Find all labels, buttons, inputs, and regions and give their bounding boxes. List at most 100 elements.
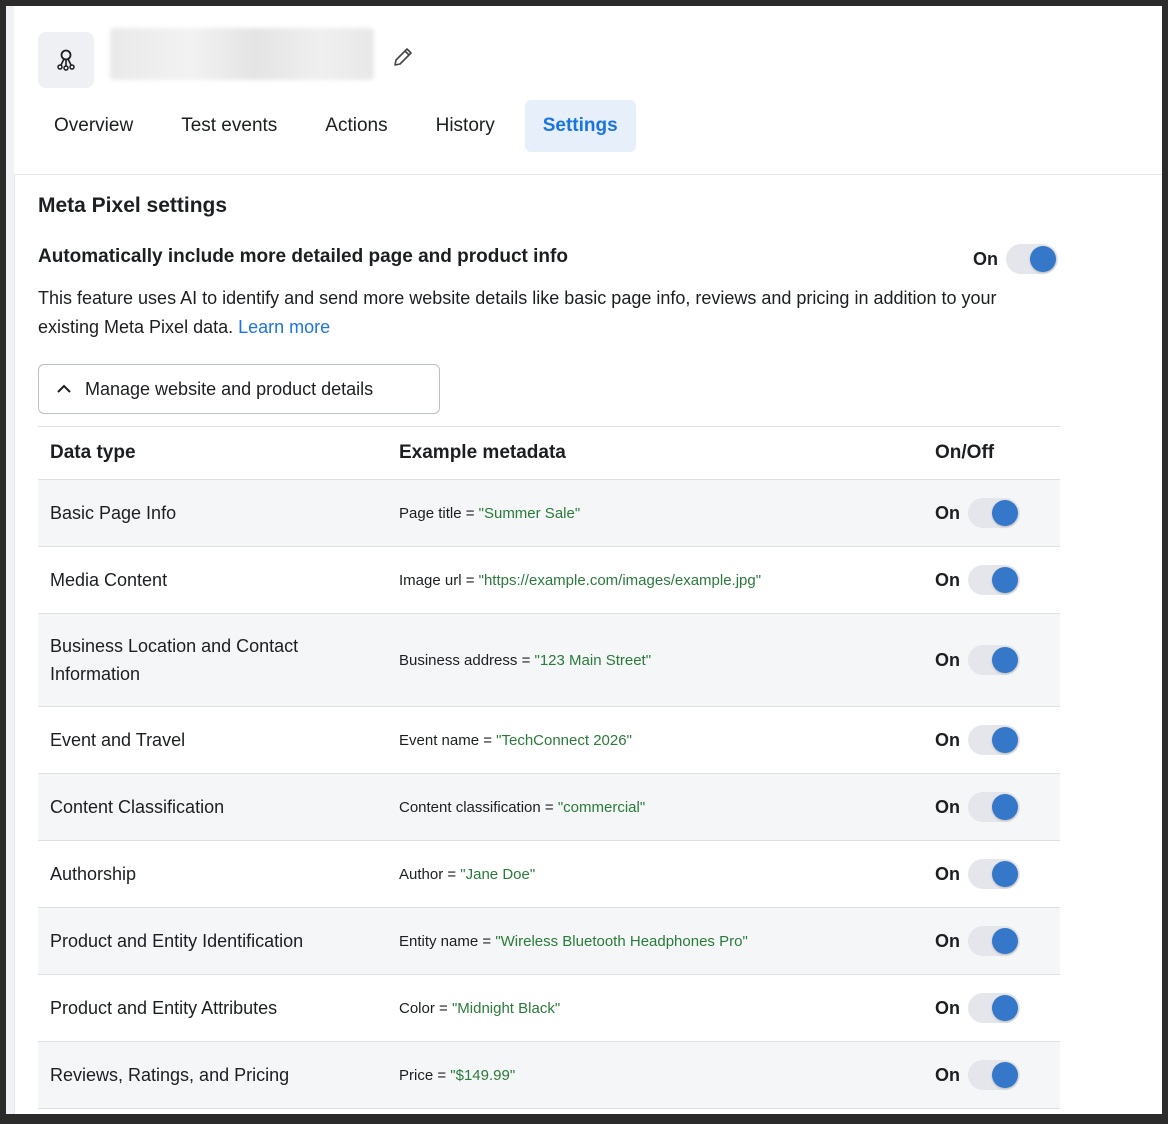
meta-key: Page title = [399, 504, 479, 522]
table-row: Product and Entity Identification Entity… [38, 908, 1060, 975]
row-toggle-cell: On [935, 859, 1060, 889]
row-example: Content classification = "commercial" [399, 799, 935, 816]
table-row: Reviews, Ratings, and Pricing Price = "$… [38, 1042, 1060, 1109]
pencil-icon[interactable] [390, 44, 416, 70]
meta-value: "Wireless Bluetooth Headphones Pro" [495, 932, 748, 950]
meta-value: "commercial" [557, 798, 646, 816]
row-status-label: On [935, 863, 960, 884]
data-type-table: Data type Example metadata On/Off Basic … [38, 426, 1060, 1109]
table-row: Event and Travel Event name = "TechConne… [38, 707, 1060, 774]
meta-key: Business address = [399, 651, 535, 669]
manage-details-label: Manage website and product details [85, 378, 374, 399]
pixel-name-redacted [110, 28, 374, 80]
meta-key: Entity name = [399, 932, 496, 950]
tab-actions[interactable]: Actions [307, 100, 405, 152]
row-toggle[interactable] [968, 792, 1020, 822]
row-status-label: On [935, 930, 960, 951]
master-toggle-group: On [973, 244, 1058, 274]
row-example: Page title = "Summer Sale" [399, 505, 935, 522]
tab-bar: Overview Test events Actions History Set… [36, 100, 648, 152]
feature-description: This feature uses AI to identify and sen… [38, 284, 1058, 342]
manage-details-button[interactable]: Manage website and product details [38, 364, 440, 414]
table-row: Authorship Author = "Jane Doe" On [38, 841, 1060, 908]
section-title: Meta Pixel settings [38, 194, 228, 217]
table-row: Product and Entity Attributes Color = "M… [38, 975, 1060, 1042]
row-toggle-cell: On [935, 565, 1060, 595]
row-example: Color = "Midnight Black" [399, 1000, 935, 1017]
tab-overview[interactable]: Overview [36, 100, 151, 152]
learn-more-link[interactable]: Learn more [238, 317, 330, 337]
row-toggle[interactable] [968, 993, 1020, 1023]
row-toggle-cell: On [935, 645, 1060, 675]
row-toggle[interactable] [968, 859, 1020, 889]
row-toggle[interactable] [968, 565, 1020, 595]
row-toggle[interactable] [968, 926, 1020, 956]
row-status-label: On [935, 649, 960, 670]
meta-key: Event name = [399, 731, 497, 749]
master-toggle[interactable] [1006, 244, 1058, 274]
toggle-knob [992, 1062, 1018, 1088]
row-example: Price = "$149.99" [399, 1067, 935, 1084]
tab-settings[interactable]: Settings [524, 100, 636, 152]
header-data-type: Data type [50, 442, 136, 463]
toggle-knob [992, 647, 1018, 673]
row-status-label: On [935, 796, 960, 817]
toggle-knob [992, 794, 1018, 820]
row-data-type: Business Location and Contact Informatio… [50, 636, 299, 684]
meta-key: Content classification = [399, 798, 558, 816]
meta-value: "123 Main Street" [534, 651, 652, 669]
row-toggle-cell: On [935, 1060, 1060, 1090]
row-example: Business address = "123 Main Street" [399, 652, 935, 669]
meta-key: Color = [399, 999, 452, 1017]
meta-value: "https://example.com/images/example.jpg" [478, 571, 762, 589]
toggle-knob [992, 500, 1018, 526]
chevron-up-icon [55, 380, 73, 398]
header-on-off: On/Off [935, 442, 995, 463]
row-data-type: Media Content [50, 570, 168, 590]
row-example: Image url = "https://example.com/images/… [399, 572, 935, 589]
table-row: Business Location and Contact Informatio… [38, 614, 1060, 707]
toggle-knob [1030, 246, 1056, 272]
row-data-type: Event and Travel [50, 730, 186, 750]
meta-value: "Summer Sale" [478, 504, 581, 522]
meta-key: Image url = [399, 571, 479, 589]
tab-test-events[interactable]: Test events [163, 100, 295, 152]
table-header: Data type Example metadata On/Off [38, 427, 1060, 480]
row-status-label: On [935, 997, 960, 1018]
toggle-knob [992, 567, 1018, 593]
table-row: Content Classification Content classific… [38, 774, 1060, 841]
row-data-type: Product and Entity Identification [50, 931, 304, 951]
row-toggle[interactable] [968, 1060, 1020, 1090]
meta-value: "Jane Doe" [460, 865, 536, 883]
row-example: Author = "Jane Doe" [399, 866, 935, 883]
pixel-header: Overview Test events Actions History Set… [14, 6, 1162, 175]
meta-value: "TechConnect 2026" [496, 731, 632, 749]
row-toggle-cell: On [935, 926, 1060, 956]
row-toggle-cell: On [935, 792, 1060, 822]
meta-key: Price = [399, 1066, 451, 1084]
meta-value: "Midnight Black" [451, 999, 561, 1017]
toggle-knob [992, 995, 1018, 1021]
row-example: Entity name = "Wireless Bluetooth Headph… [399, 933, 935, 950]
toggle-knob [992, 861, 1018, 887]
row-status-label: On [935, 502, 960, 523]
row-toggle-cell: On [935, 993, 1060, 1023]
row-data-type: Reviews, Ratings, and Pricing [50, 1065, 290, 1085]
table-row: Basic Page Info Page title = "Summer Sal… [38, 480, 1060, 547]
row-data-type: Authorship [50, 864, 137, 884]
header-example-metadata: Example metadata [399, 442, 566, 463]
row-toggle[interactable] [968, 645, 1020, 675]
pixel-icon [38, 32, 94, 88]
master-toggle-label: On [973, 248, 998, 269]
meta-key: Author = [399, 865, 461, 883]
app-window: Overview Test events Actions History Set… [6, 6, 1162, 1114]
row-data-type: Product and Entity Attributes [50, 998, 278, 1018]
row-data-type: Basic Page Info [50, 503, 177, 523]
feature-title: Automatically include more detailed page… [38, 246, 568, 267]
tab-history[interactable]: History [418, 100, 513, 152]
description-text: This feature uses AI to identify and sen… [38, 288, 997, 337]
row-toggle[interactable] [968, 725, 1020, 755]
row-example: Event name = "TechConnect 2026" [399, 732, 935, 749]
toggle-knob [992, 727, 1018, 753]
row-toggle[interactable] [968, 498, 1020, 528]
